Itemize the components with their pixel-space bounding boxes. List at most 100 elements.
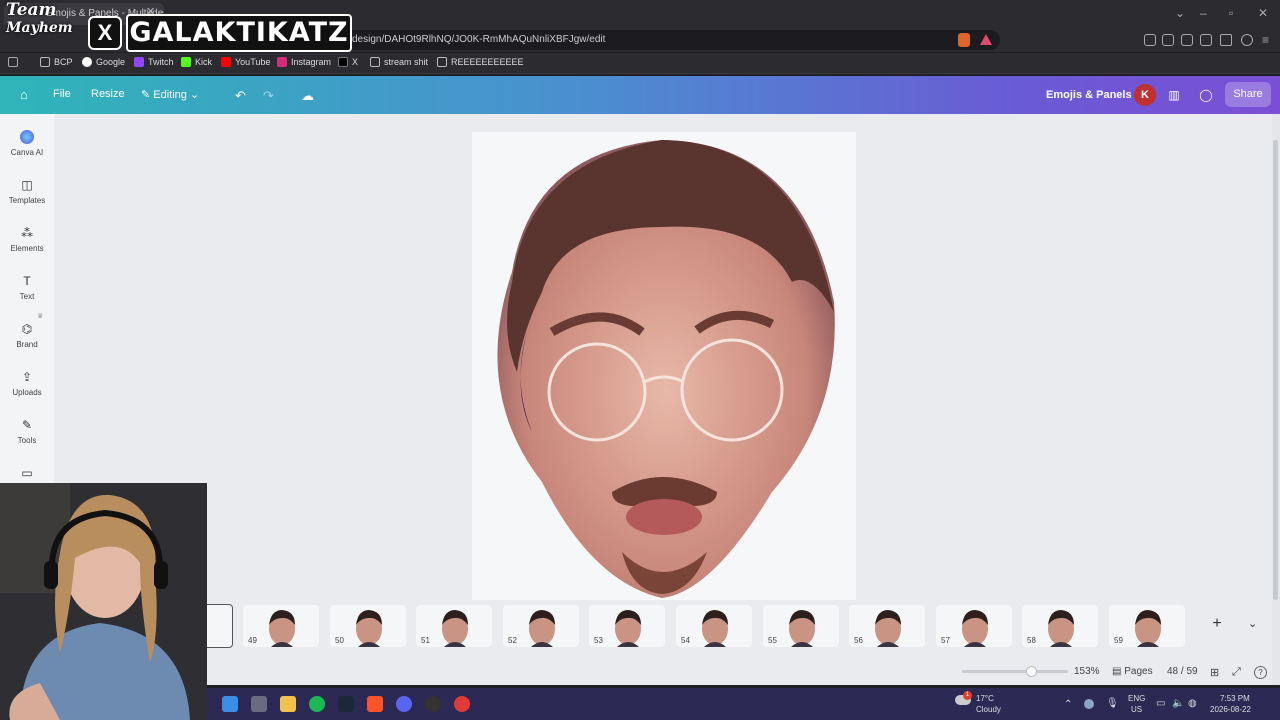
brave-browser-icon[interactable]	[367, 696, 383, 712]
bookmark-label: stream shit	[384, 57, 429, 67]
zoom-slider[interactable]	[962, 670, 1068, 673]
bookmark-x[interactable]: X	[338, 57, 358, 67]
extension-icon[interactable]	[1144, 34, 1156, 46]
discord-icon[interactable]	[396, 696, 412, 712]
wallet-icon[interactable]	[1200, 34, 1212, 46]
minimize-icon[interactable]: –	[1200, 6, 1207, 20]
kick-icon	[181, 57, 191, 67]
home-icon[interactable]: ⌂	[20, 87, 28, 102]
sidebar-item-brand[interactable]: ⌬ Brand	[0, 322, 54, 349]
scrollbar-thumb[interactable]	[1273, 140, 1278, 600]
clock-date[interactable]: 2026-08-22	[1210, 705, 1251, 714]
undo-icon[interactable]: ↶	[235, 88, 246, 104]
redo-icon[interactable]: ↷	[263, 88, 274, 104]
zoom-value[interactable]: 153%	[1074, 666, 1100, 677]
network-icon[interactable]: ▭	[1156, 698, 1165, 709]
page-thumbnail-48-selected[interactable]	[203, 604, 233, 648]
tray-cloud-icon[interactable]	[1084, 699, 1094, 709]
sidebar-item-uploads[interactable]: ⇪ Uploads	[0, 370, 54, 397]
ai-icon[interactable]	[1220, 34, 1232, 46]
menu-icon[interactable]: ≡	[1262, 33, 1269, 47]
sidebar-item-tools[interactable]: ✎ Tools	[0, 418, 54, 445]
page-number: 50	[335, 636, 344, 645]
folder-icon: ▭	[21, 466, 33, 480]
pages-button[interactable]: ▤ Pages	[1112, 666, 1153, 677]
window-close-icon[interactable]: ✕	[1258, 6, 1268, 20]
sidebar-item-templates[interactable]: ◫ Templates	[0, 178, 54, 205]
steam-icon[interactable]	[338, 696, 354, 712]
bookmark-twitch[interactable]: Twitch	[134, 57, 174, 67]
vpn-icon[interactable]	[1241, 34, 1253, 46]
url-field[interactable]: design/DAHOt9RlhNQ/JO0K-RmMhAQuNnliXBFJg…	[340, 30, 1000, 50]
chevron-down-icon[interactable]: ⌄	[1248, 617, 1257, 630]
emoji-thumbnail-image	[529, 610, 555, 647]
share-button[interactable]: Share	[1225, 82, 1271, 107]
spotify-icon[interactable]	[309, 696, 325, 712]
microphone-icon[interactable]: 🎙	[1106, 698, 1119, 709]
team-mayhem-logo: Team Mayhem	[6, 2, 73, 37]
templates-icon: ◫	[21, 178, 33, 192]
text-icon: T	[23, 274, 31, 288]
resize-button[interactable]: Resize	[91, 88, 125, 100]
design-title[interactable]: Emojis & Panels	[1046, 89, 1132, 101]
sidebar-icon[interactable]	[1181, 34, 1193, 46]
editing-dropdown[interactable]: ✎ Editing ⌄	[141, 88, 199, 101]
comment-icon[interactable]: ◯	[1194, 85, 1218, 105]
sidebar-label: Tools	[17, 436, 37, 445]
streamer-webcam-image	[0, 483, 207, 720]
volume-icon[interactable]: 🔈	[1172, 698, 1184, 709]
webcam-overlay	[0, 483, 207, 720]
weather-temp[interactable]: 17°C	[976, 694, 994, 703]
face-cutout-image[interactable]	[472, 132, 856, 600]
tools-icon: ✎	[21, 418, 33, 432]
insights-icon[interactable]: ▥	[1162, 85, 1186, 105]
grid-view-icon[interactable]: ⊞	[1210, 666, 1219, 679]
weather-condition[interactable]: Cloudy	[976, 705, 1001, 714]
help-icon[interactable]: ?	[1254, 666, 1267, 679]
x-logo-icon: X	[88, 16, 122, 50]
clock-time[interactable]: 7:53 PM	[1220, 694, 1250, 703]
puzzle-icon[interactable]	[1162, 34, 1174, 46]
maximize-icon[interactable]: ▫	[1229, 6, 1233, 20]
obs-icon[interactable]	[425, 696, 441, 712]
upload-icon: ⇪	[21, 370, 33, 384]
emoji-thumbnail-image	[875, 610, 901, 647]
emoji-thumbnail-image	[1135, 610, 1161, 647]
bookmark-instagram[interactable]: Instagram	[277, 57, 331, 67]
page-number: 58	[1027, 636, 1036, 645]
bookmark-folder-reee[interactable]: REEEEEEEEEEE	[437, 57, 524, 67]
photos-app-icon[interactable]	[222, 696, 238, 712]
bookmark-label: Kick	[195, 57, 213, 67]
avatar[interactable]: K	[1134, 84, 1156, 106]
crown-icon: ♛	[37, 313, 44, 320]
tab-list-icon[interactable]: ⌄	[1175, 6, 1185, 20]
brave-shield-icon[interactable]	[958, 33, 970, 47]
sidebar-item-canva-ai[interactable]: Canva AI	[0, 130, 54, 157]
sidebar-item-projects[interactable]: ▭	[0, 466, 54, 484]
battery-icon[interactable]: ◍	[1188, 698, 1197, 709]
tray-chevron-up-icon[interactable]: ⌃	[1064, 699, 1072, 710]
bookmark-youtube[interactable]: YouTube	[221, 57, 270, 67]
file-menu[interactable]: File	[53, 88, 71, 100]
sidebar-item-elements[interactable]: ⁂ Elements	[0, 226, 54, 253]
bookmark-kick[interactable]: Kick	[181, 57, 212, 67]
input-language[interactable]: ENG	[1128, 694, 1145, 703]
mayhem-text: Mayhem	[6, 20, 73, 36]
bookmark-bcp[interactable]: BCP	[40, 57, 73, 67]
input-region[interactable]: US	[1131, 705, 1142, 714]
add-page-button[interactable]: +	[1207, 615, 1227, 635]
page-number: 54	[681, 636, 690, 645]
brave-rewards-icon[interactable]	[980, 34, 992, 45]
bookmark-google[interactable]: Google	[82, 57, 125, 67]
calculator-app-icon[interactable]	[251, 696, 267, 712]
bookmark-label: BCP	[54, 57, 73, 67]
cloud-saved-icon[interactable]: ☁	[301, 88, 314, 104]
sidebar-label: Canva AI	[10, 148, 44, 157]
file-explorer-icon[interactable]	[280, 696, 296, 712]
record-app-icon[interactable]	[454, 696, 470, 712]
fullscreen-icon[interactable]: ⤢	[1232, 666, 1241, 679]
zoom-slider-knob[interactable]	[1026, 666, 1037, 677]
apps-icon[interactable]	[8, 57, 18, 67]
bookmark-folder-stream[interactable]: stream shit	[370, 57, 428, 67]
sidebar-item-text[interactable]: T Text	[0, 274, 54, 301]
